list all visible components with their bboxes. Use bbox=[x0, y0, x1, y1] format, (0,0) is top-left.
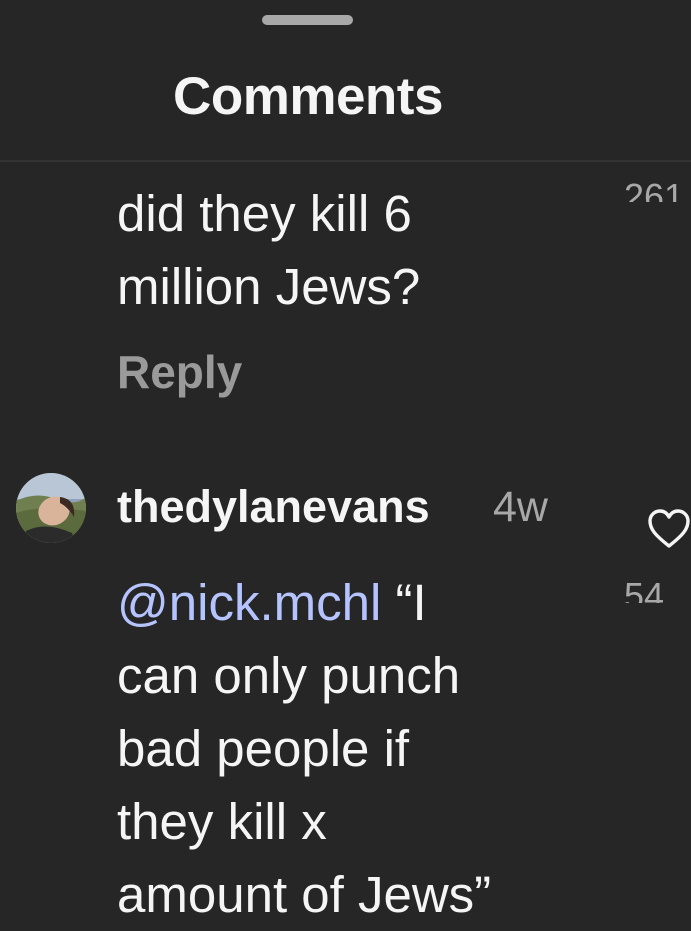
heart-icon[interactable] bbox=[647, 508, 691, 550]
mention-link[interactable]: @nick.mchl bbox=[117, 574, 381, 631]
drag-handle[interactable] bbox=[262, 15, 353, 25]
header-divider bbox=[0, 160, 691, 162]
comments-sheet: Comments did they kill 6 million Jews? 2… bbox=[0, 0, 691, 931]
reply-button[interactable]: Reply bbox=[117, 345, 242, 399]
like-count[interactable]: 261 bbox=[624, 176, 684, 202]
avatar[interactable] bbox=[16, 473, 86, 543]
comment-text: @nick.mchl “I can only punch bad people … bbox=[117, 566, 677, 931]
user-avatar-photo-icon bbox=[16, 473, 86, 543]
page-title: Comments bbox=[173, 67, 443, 126]
comment-timestamp: 4w bbox=[493, 483, 548, 531]
comment-username[interactable]: thedylanevans bbox=[117, 481, 430, 533]
comment-text: did they kill 6 million Jews? bbox=[117, 185, 421, 315]
